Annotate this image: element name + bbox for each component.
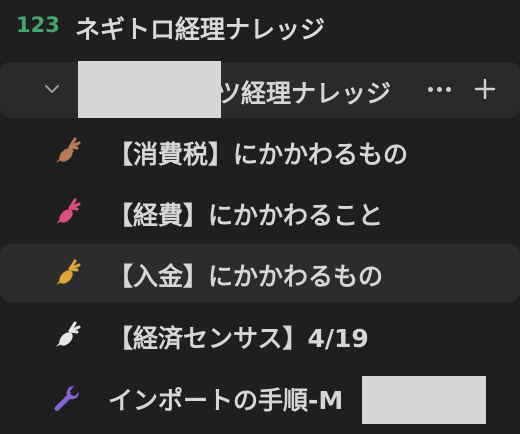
list-item-label: インポートの手順-M xyxy=(108,386,344,415)
chevron-down-icon[interactable] xyxy=(42,79,62,99)
list-item[interactable]: 【経費】にかかわること xyxy=(0,183,520,241)
list-item-label: 【消費税】にかかわるもの xyxy=(108,140,409,169)
workspace-header[interactable]: 123 ネギトロ経理ナレッジ xyxy=(0,0,520,56)
redacted-block xyxy=(362,376,486,424)
carrot-icon xyxy=(56,198,81,224)
dot xyxy=(445,86,451,92)
list-item-label: 【経済センサス】4/19 xyxy=(108,324,369,353)
list-item-label: 【経費】にかかわること xyxy=(108,201,384,230)
workspace-title: ネギトロ経理ナレッジ xyxy=(75,15,326,44)
carrot-icon xyxy=(56,259,81,285)
list-item-label: 【入金】にかかわるもの xyxy=(108,262,384,291)
list-item-selected[interactable]: 【入金】にかかわるもの xyxy=(0,244,520,302)
dot xyxy=(427,86,433,92)
group-title: ツ経理ナレッジ xyxy=(216,79,392,108)
carrot-icon xyxy=(56,137,81,163)
list-item[interactable]: 【消費税】にかかわるもの xyxy=(0,122,520,180)
carrot-icon xyxy=(56,321,81,347)
sidebar-tree: 123 ネギトロ経理ナレッジ ツ経理ナレッジ 【消費税】にかかわるもの 【経費】… xyxy=(0,0,520,434)
add-button[interactable] xyxy=(470,74,500,104)
numbers-icon: 123 xyxy=(16,13,60,37)
wrench-icon xyxy=(54,385,80,411)
more-options-button[interactable] xyxy=(424,74,454,104)
list-item[interactable]: 【経済センサス】4/19 xyxy=(0,306,520,364)
redacted-block xyxy=(78,61,221,118)
dot xyxy=(436,86,442,92)
